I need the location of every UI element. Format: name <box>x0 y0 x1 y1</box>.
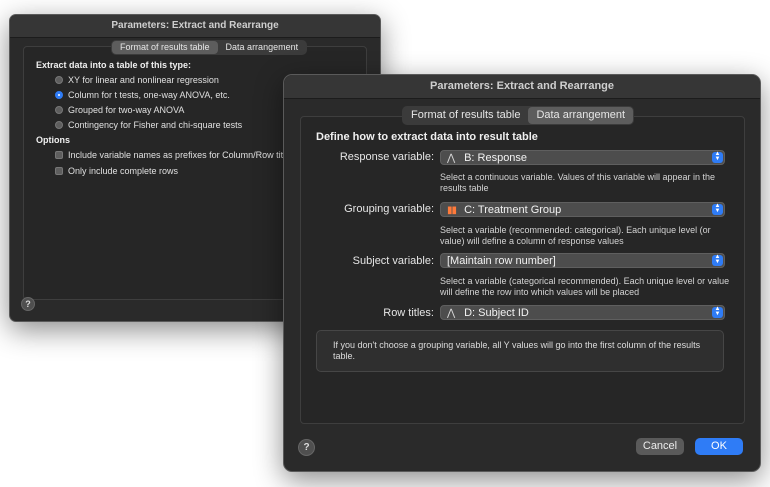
checkbox-label: Only include complete rows <box>68 166 179 176</box>
radio-label: XY for linear and nonlinear regression <box>68 75 219 85</box>
back-window-title: Parameters: Extract and Rearrange <box>10 15 380 38</box>
grouping-variable-label: Grouping variable: <box>344 203 434 215</box>
tab-data-arrangement[interactable]: Data arrangement <box>528 107 634 124</box>
front-tab-bar: Format of results table Data arrangement <box>402 106 635 125</box>
help-icon[interactable]: ? <box>298 439 315 456</box>
tab-format-of-results[interactable]: Format of results table <box>112 41 218 54</box>
select-value: D: Subject ID <box>464 307 529 319</box>
response-variable-select[interactable]: ⋀ B: Response ▲ ▼ <box>440 150 725 165</box>
select-value: C: Treatment Group <box>464 204 562 216</box>
front-dialog-window: Parameters: Extract and Rearrange Format… <box>283 74 761 472</box>
radio-label: Column for t tests, one-way ANOVA, etc. <box>68 90 230 100</box>
tab-format-of-results[interactable]: Format of results table <box>403 107 528 124</box>
grouping-note: If you don't choose a grouping variable,… <box>316 330 724 372</box>
continuous-variable-icon: ⋀ <box>447 153 456 164</box>
chevron-updown-icon: ▲ ▼ <box>712 203 723 215</box>
radio-grouped[interactable]: Grouped for two-way ANOVA <box>55 105 184 115</box>
subject-variable-select[interactable]: [Maintain row number] ▲ ▼ <box>440 253 725 268</box>
grouping-variable-help: Select a variable (recommended: categori… <box>440 225 711 246</box>
continuous-variable-icon: ⋀ <box>447 308 456 319</box>
radio-label: Contingency for Fisher and chi-square te… <box>68 120 243 130</box>
subject-variable-label: Subject variable: <box>352 255 434 267</box>
back-tab-bar: Format of results table Data arrangement <box>111 40 308 55</box>
radio-button[interactable] <box>55 121 63 129</box>
radio-contingency[interactable]: Contingency for Fisher and chi-square te… <box>55 120 242 130</box>
chevron-updown-icon: ▲ ▼ <box>712 306 723 318</box>
section-heading: Define how to extract data into result t… <box>316 131 538 143</box>
radio-button[interactable] <box>55 76 63 84</box>
ok-button[interactable]: OK <box>695 438 743 455</box>
checkbox[interactable] <box>55 167 63 175</box>
tab-data-arrangement[interactable]: Data arrangement <box>218 41 307 54</box>
radio-label: Grouped for two-way ANOVA <box>68 105 185 115</box>
extract-heading: Extract data into a table of this type: <box>36 60 192 70</box>
options-heading: Options <box>36 135 70 145</box>
checkbox-complete-rows[interactable]: Only include complete rows <box>55 166 178 176</box>
response-variable-label: Response variable: <box>339 151 434 163</box>
categorical-variable-icon: ▮▮ <box>447 205 457 216</box>
radio-button[interactable] <box>55 106 63 114</box>
row-titles-select[interactable]: ⋀ D: Subject ID ▲ ▼ <box>440 305 725 320</box>
radio-column[interactable]: Column for t tests, one-way ANOVA, etc. <box>55 90 230 100</box>
help-icon[interactable]: ? <box>21 297 35 311</box>
radio-button-selected[interactable] <box>55 91 63 99</box>
checkbox-variable-prefixes[interactable]: Include variable names as prefixes for C… <box>55 150 295 160</box>
grouping-variable-select[interactable]: ▮▮ C: Treatment Group ▲ ▼ <box>440 202 725 217</box>
subject-variable-help: Select a variable (categorical recommend… <box>440 276 730 297</box>
response-variable-help: Select a continuous variable. Values of … <box>440 172 715 193</box>
cancel-button[interactable]: Cancel <box>636 438 684 455</box>
select-value: [Maintain row number] <box>447 255 556 267</box>
radio-xy[interactable]: XY for linear and nonlinear regression <box>55 75 219 85</box>
front-window-title: Parameters: Extract and Rearrange <box>284 75 760 99</box>
select-value: B: Response <box>464 152 528 164</box>
chevron-updown-icon: ▲ ▼ <box>712 254 723 266</box>
row-titles-label: Row titles: <box>383 307 434 319</box>
chevron-updown-icon: ▲ ▼ <box>712 151 723 163</box>
checkbox-label: Include variable names as prefixes for C… <box>68 150 295 160</box>
checkbox[interactable] <box>55 151 63 159</box>
